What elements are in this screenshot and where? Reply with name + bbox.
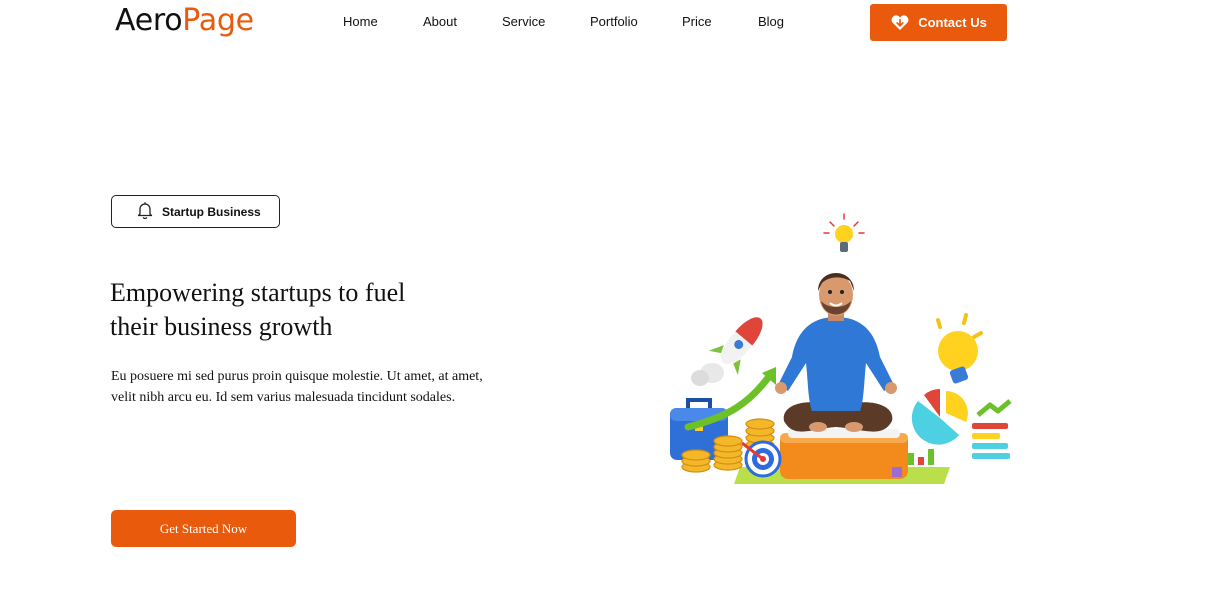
hero-description-line2: velit nibh arcu eu. Id sem varius malesu… bbox=[111, 390, 456, 405]
badge-label: Startup Business bbox=[162, 204, 261, 219]
brand-name-part2: Page bbox=[182, 3, 254, 38]
bell-icon bbox=[136, 201, 154, 223]
nav-item-home[interactable]: Home bbox=[343, 12, 378, 32]
hero-title-line1: Empowering startups to fuel bbox=[110, 278, 406, 307]
brand-name-part1: Aero bbox=[115, 3, 183, 38]
meditating-person bbox=[775, 273, 897, 432]
hero-description-line1: Eu posuere mi sed purus proin quisque mo… bbox=[111, 369, 483, 384]
contact-us-label: Contact Us bbox=[918, 15, 987, 30]
lightbulb-icon bbox=[823, 213, 865, 252]
pie-chart-icon bbox=[911, 388, 968, 445]
heart-download-icon bbox=[890, 14, 910, 31]
nav-item-service[interactable]: Service bbox=[502, 12, 545, 32]
nav-item-portfolio[interactable]: Portfolio bbox=[590, 12, 638, 32]
hero-description: Eu posuere mi sed purus proin quisque mo… bbox=[111, 366, 491, 408]
hero-title: Empowering startups to fuel their busine… bbox=[110, 276, 530, 344]
nav-item-about[interactable]: About bbox=[423, 12, 457, 32]
hero-illustration bbox=[668, 205, 1014, 492]
startup-business-badge: Startup Business bbox=[111, 195, 280, 228]
nav-item-blog[interactable]: Blog bbox=[758, 12, 784, 32]
brand-logo[interactable]: AeroPage bbox=[115, 1, 254, 41]
hero-title-line2: their business growth bbox=[110, 312, 333, 341]
lightbulb-icon-right bbox=[936, 313, 983, 384]
contact-us-button[interactable]: Contact Us bbox=[870, 4, 1007, 41]
rocket-icon bbox=[691, 317, 763, 386]
get-started-button[interactable]: Get Started Now bbox=[111, 510, 296, 547]
nav-item-price[interactable]: Price bbox=[682, 12, 712, 32]
